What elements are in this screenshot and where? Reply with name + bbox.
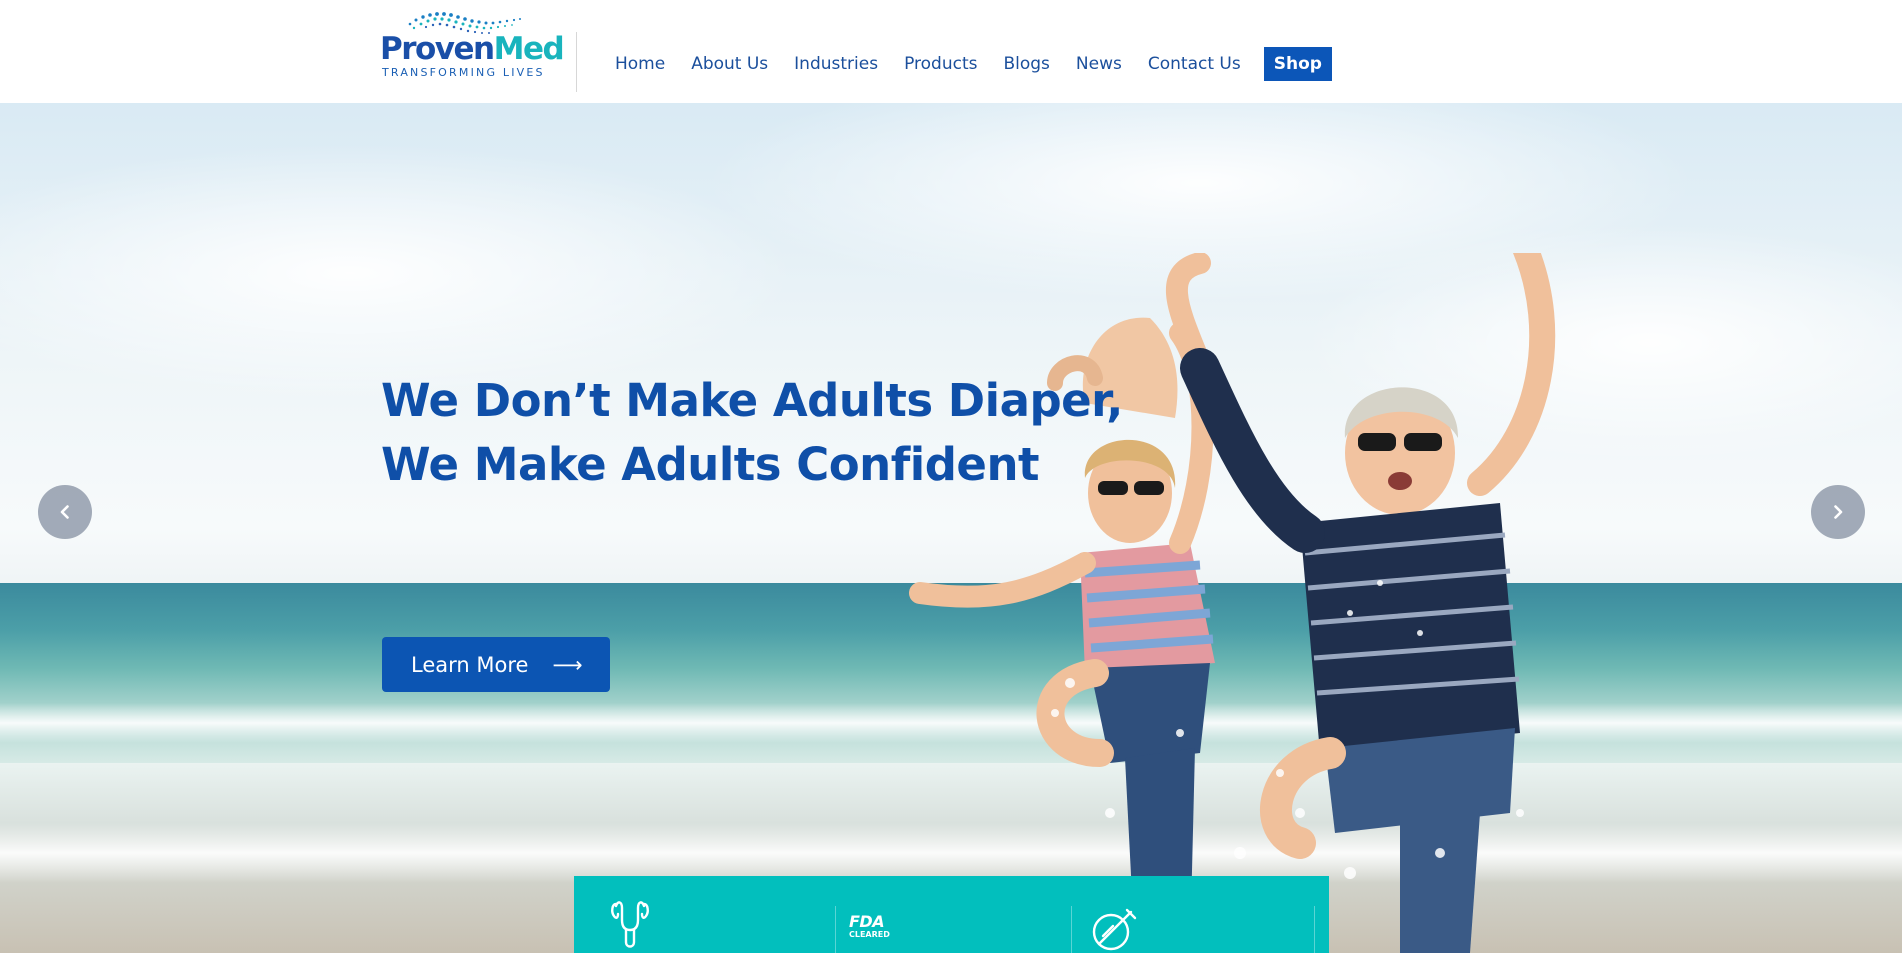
hero-headline: We Don’t Make Adults Diaper, We Make Adu… bbox=[381, 369, 1123, 497]
header-divider bbox=[576, 32, 577, 92]
logo-tagline: TRANSFORMING LIVES bbox=[382, 66, 545, 79]
carousel-prev-button[interactable] bbox=[38, 485, 92, 539]
logo-word-med: Med bbox=[493, 31, 565, 67]
hero-slider: We Don’t Make Adults Diaper, We Make Adu… bbox=[0, 103, 1902, 953]
fda-cleared-icon: FDA CLEARED bbox=[849, 914, 899, 940]
nav-contact-us[interactable]: Contact Us bbox=[1148, 54, 1241, 74]
nav-home[interactable]: Home bbox=[615, 54, 665, 74]
fda-text: FDA bbox=[849, 912, 885, 931]
provenmed-logo[interactable]: ProvenMed TRANSFORMING LIVES bbox=[380, 8, 565, 84]
learn-more-button[interactable]: Learn More ⟶ bbox=[382, 637, 610, 692]
headline-line-1: We Don’t Make Adults Diaper, bbox=[381, 374, 1123, 427]
hero-couple-image bbox=[909, 253, 1556, 953]
feature-separator bbox=[835, 906, 836, 953]
features-bar: FDA CLEARED bbox=[574, 876, 1329, 953]
nav-about-us[interactable]: About Us bbox=[691, 54, 768, 74]
cleared-text: CLEARED bbox=[849, 930, 890, 939]
chevron-left-icon bbox=[60, 505, 69, 519]
logo-word-proven: Proven bbox=[380, 31, 495, 67]
headline-line-2: We Make Adults Confident bbox=[381, 438, 1039, 491]
arrow-right-icon: ⟶ bbox=[552, 652, 583, 677]
man-figure bbox=[1165, 253, 1556, 953]
nav-blogs[interactable]: Blogs bbox=[1003, 54, 1049, 74]
feature-separator bbox=[1314, 906, 1315, 953]
chevron-right-icon bbox=[1834, 505, 1843, 519]
uterus-icon bbox=[611, 901, 649, 948]
learn-more-label: Learn More bbox=[411, 652, 529, 677]
nav-news[interactable]: News bbox=[1076, 54, 1122, 74]
carousel-next-button[interactable] bbox=[1811, 485, 1865, 539]
nav-products[interactable]: Products bbox=[904, 54, 977, 74]
logo-wordmark: ProvenMed bbox=[380, 31, 565, 67]
nav-shop-button[interactable]: Shop bbox=[1263, 47, 1332, 81]
no-needle-icon bbox=[1092, 908, 1137, 951]
site-header: ProvenMed TRANSFORMING LIVES Home About … bbox=[0, 0, 1902, 103]
feature-separator bbox=[1071, 906, 1072, 953]
main-nav: Home About Us Industries Products Blogs … bbox=[615, 46, 1332, 82]
nav-industries[interactable]: Industries bbox=[794, 54, 878, 74]
